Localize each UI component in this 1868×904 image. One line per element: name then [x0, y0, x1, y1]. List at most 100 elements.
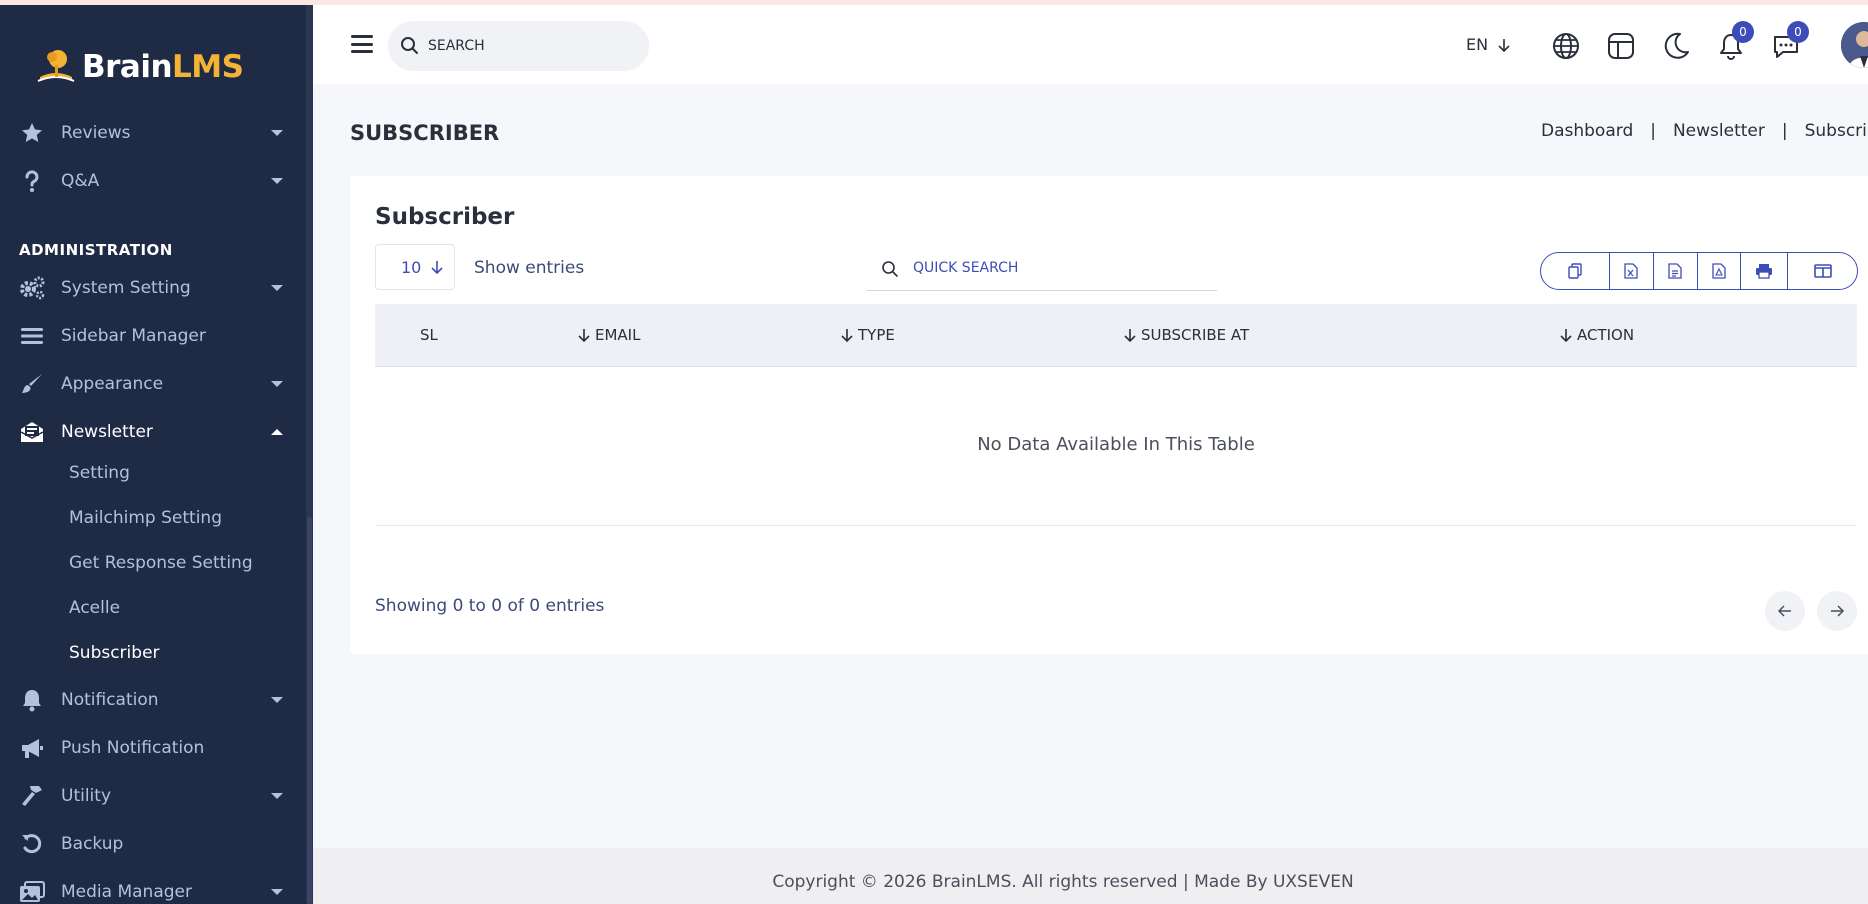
sidebar-subitem-acelle[interactable]: Acelle [69, 598, 120, 618]
csv-button[interactable] [1654, 253, 1698, 289]
breadcrumb: Dashboard | Newsletter | Subscriber [1541, 121, 1868, 141]
layout-icon[interactable] [1605, 30, 1637, 62]
sidebar-item-system-setting[interactable]: System Setting [0, 266, 300, 310]
pdf-icon [1712, 263, 1726, 279]
question-icon [18, 167, 46, 195]
search-icon [401, 37, 418, 54]
sidebar-item-utility[interactable]: Utility [0, 774, 300, 818]
excel-icon [1624, 263, 1638, 279]
caret-up-icon [271, 429, 283, 435]
sidebar-item-push-notification[interactable]: Push Notification [0, 726, 300, 770]
caret-down-icon [271, 697, 283, 703]
brain-logo-icon [37, 50, 75, 82]
megaphone-icon [18, 734, 46, 762]
top-header: EN 0 0 [313, 5, 1868, 84]
language-selector[interactable]: EN [1466, 35, 1512, 54]
show-entries-label: Show entries [474, 258, 585, 278]
sidebar-subitem-mailchimp-setting[interactable]: Mailchimp Setting [69, 508, 222, 528]
sidebar-item-label: Q&A [61, 171, 100, 191]
print-icon [1756, 264, 1773, 279]
sidebar-item-label: System Setting [61, 278, 191, 298]
sidebar-item-newsletter[interactable]: Newsletter [0, 410, 300, 454]
previous-page-button[interactable] [1765, 591, 1805, 631]
menu-toggle-icon[interactable] [351, 35, 373, 53]
caret-down-icon [271, 381, 283, 387]
sidebar-scrollbar-thumb[interactable] [307, 517, 312, 904]
breadcrumb-current: Subscriber [1804, 121, 1868, 141]
moon-icon[interactable] [1660, 30, 1692, 62]
sidebar-item-label: Appearance [61, 374, 164, 394]
sidebar: BrainLMS Reviews Q&A ADMINISTRATION Syst… [0, 5, 313, 904]
envelope-open-icon [18, 418, 46, 446]
column-header-type[interactable]: TYPE [840, 326, 895, 344]
avatar[interactable] [1841, 22, 1868, 68]
sidebar-item-label: Push Notification [61, 738, 205, 758]
caret-down-icon [271, 889, 283, 895]
search-icon [882, 261, 898, 277]
copy-icon [1568, 263, 1582, 279]
sidebar-subitem-subscriber[interactable]: Subscriber [69, 643, 160, 663]
copy-button[interactable] [1541, 253, 1610, 289]
footer-copyright: Copyright © 2026 BrainLMS. All rights re… [772, 872, 1354, 892]
sidebar-item-reviews[interactable]: Reviews [0, 111, 300, 155]
sidebar-item-label: Sidebar Manager [61, 326, 206, 346]
breadcrumb-separator: | [1781, 121, 1788, 141]
language-label: EN [1466, 35, 1489, 54]
sidebar-item-sidebar-manager[interactable]: Sidebar Manager [0, 314, 300, 358]
bell-icon [18, 686, 46, 714]
caret-down-icon [271, 130, 283, 136]
table-header: SL EMAIL TYPE SUBSCRIBE AT ACTION [375, 304, 1857, 367]
sidebar-subitem-get-response-setting[interactable]: Get Response Setting [69, 553, 253, 573]
sidebar-item-backup[interactable]: Backup [0, 822, 300, 866]
empty-table-message: No Data Available In This Table [977, 434, 1255, 455]
sidebar-item-appearance[interactable]: Appearance [0, 362, 300, 406]
column-header-email[interactable]: EMAIL [577, 326, 640, 344]
next-page-button[interactable] [1817, 591, 1857, 631]
page-title: SUBSCRIBER [350, 121, 500, 145]
sort-arrow-down-icon [1560, 329, 1572, 343]
column-header-sl[interactable]: SL [420, 326, 438, 344]
print-button[interactable] [1741, 253, 1789, 289]
gears-icon [18, 274, 46, 302]
table-info: Showing 0 to 0 of 0 entries [375, 596, 605, 616]
sidebar-item-label: Newsletter [61, 422, 153, 442]
globe-icon[interactable] [1550, 30, 1582, 62]
hammer-icon [18, 782, 46, 810]
arrow-left-icon [1777, 605, 1791, 617]
columns-icon [1813, 264, 1832, 278]
sidebar-item-label: Reviews [61, 123, 131, 143]
quick-search-input[interactable] [913, 255, 1203, 281]
sidebar-item-qa[interactable]: Q&A [0, 159, 300, 203]
sidebar-item-label: Notification [61, 690, 159, 710]
header-search [388, 21, 649, 71]
breadcrumb-newsletter[interactable]: Newsletter [1673, 121, 1765, 141]
entries-per-page-select[interactable]: 10 [375, 244, 455, 290]
pdf-button[interactable] [1698, 253, 1742, 289]
caret-down-icon [271, 178, 283, 184]
subscriber-card: Subscriber 10 Show entries SL [350, 176, 1868, 654]
column-visibility-button[interactable] [1788, 253, 1857, 289]
sidebar-subitem-setting[interactable]: Setting [69, 463, 130, 483]
sidebar-item-label: Utility [61, 786, 112, 806]
breadcrumb-separator: | [1650, 121, 1656, 141]
sidebar-item-notification[interactable]: Notification [0, 678, 300, 722]
sidebar-item-label: Backup [61, 834, 124, 854]
excel-button[interactable] [1610, 253, 1654, 289]
sort-arrow-down-icon [841, 329, 853, 343]
caret-down-icon [271, 285, 283, 291]
quick-search [867, 246, 1217, 291]
breadcrumb-dashboard[interactable]: Dashboard [1541, 121, 1633, 141]
notification-badge: 0 [1732, 21, 1754, 43]
column-header-subscribe-at[interactable]: SUBSCRIBE AT [1123, 326, 1249, 344]
arrow-down-icon [431, 261, 443, 275]
star-icon [18, 119, 46, 147]
column-header-action[interactable]: ACTION [1559, 326, 1634, 344]
sidebar-item-label: Media Manager [61, 882, 192, 902]
app-logo[interactable]: BrainLMS [34, 47, 244, 87]
bars-icon [18, 322, 46, 350]
undo-icon [18, 830, 46, 858]
message-badge: 0 [1787, 21, 1809, 43]
sidebar-item-media-manager[interactable]: Media Manager [0, 870, 300, 904]
brush-icon [18, 370, 46, 398]
header-search-input[interactable] [428, 33, 628, 59]
